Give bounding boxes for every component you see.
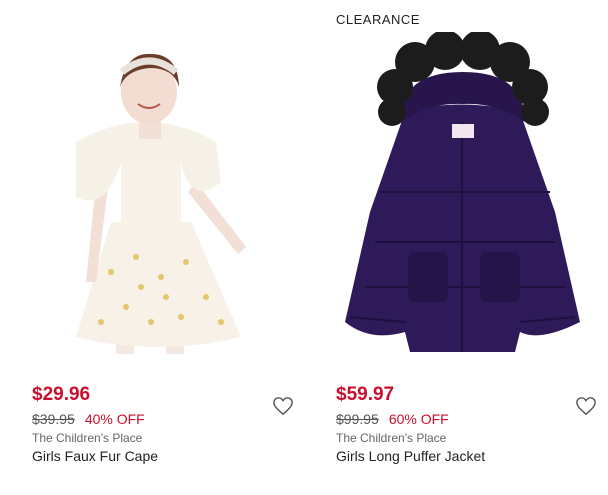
brand-name: The Children's Place [32,431,143,445]
brand-name: The Children's Place [336,431,447,445]
discount-label: 60% OFF [388,411,449,427]
price-row: $99.95 60% OFF [336,411,449,427]
puffer-jacket-illustration [345,32,580,352]
sale-price: $59.97 [336,384,395,405]
favorite-button[interactable] [272,396,294,416]
product-card[interactable]: $29.96 $39.95 40% OFF The Children's Plac… [16,0,306,495]
heart-outline-icon [576,397,596,416]
girl-cape-illustration [76,53,246,354]
product-title[interactable]: Girls Long Puffer Jacket [336,448,485,464]
price-row: $39.95 40% OFF [32,411,145,427]
product-image-jacket[interactable] [320,32,608,362]
clearance-badge: CLEARANCE [336,12,420,27]
heart-outline-icon [273,397,293,416]
discount-label: 40% OFF [84,411,145,427]
original-price: $99.95 [336,411,379,427]
favorite-button[interactable] [575,396,597,416]
sale-price: $29.96 [32,384,91,405]
product-title[interactable]: Girls Faux Fur Cape [32,448,158,464]
product-image-cape[interactable] [16,32,306,362]
product-card[interactable]: CLEARANCE $59.97 $99.95 60% OFF The Chil… [320,0,608,495]
original-price: $39.95 [32,411,75,427]
